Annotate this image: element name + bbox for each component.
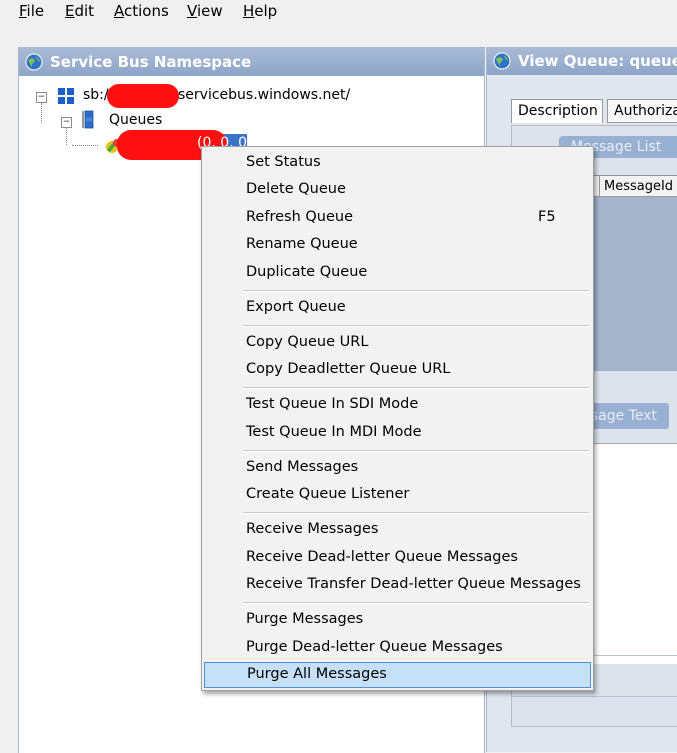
menu-item-receive-messages[interactable]: Receive Messages [202, 517, 593, 543]
menu-actions[interactable]: Actions [114, 2, 169, 20]
globe-icon [25, 53, 43, 71]
menu-help[interactable]: Help [243, 2, 277, 20]
menu-item-receive-transfer-deadletter[interactable]: Receive Transfer Dead-letter Queue Messa… [202, 572, 593, 598]
menu-item-refresh-queue[interactable]: Refresh Queue F5 [202, 205, 593, 231]
menu-separator [243, 602, 589, 604]
menu-item-label: Rename Queue [246, 236, 358, 252]
menu-item-send-messages[interactable]: Send Messages [202, 455, 593, 481]
menu-item-purge-messages[interactable]: Purge Messages [202, 607, 593, 633]
menu-item-label: Refresh Queue [246, 209, 354, 225]
namespace-panel-title: Service Bus Namespace [50, 53, 252, 71]
menu-item-copy-queue-url[interactable]: Copy Queue URL [202, 330, 593, 356]
tab-description[interactable]: Description [511, 99, 603, 123]
menu-item-label: Receive Messages [246, 521, 379, 537]
menu-item-label: Test Queue In MDI Mode [246, 424, 422, 440]
menu-item-label: Send Messages [246, 459, 359, 475]
menu-separator [243, 290, 589, 292]
menu-item-test-sdi[interactable]: Test Queue In SDI Mode [202, 392, 593, 418]
menu-separator [243, 325, 589, 327]
view-queue-header: View Queue: queue00 [487, 47, 677, 75]
menu-view[interactable]: View [187, 2, 223, 20]
menu-item-set-status[interactable]: Set Status [202, 150, 593, 176]
tree-connector [66, 127, 67, 145]
menu-item-label: Duplicate Queue [246, 264, 368, 280]
menu-separator [243, 450, 589, 452]
menu-item-label: Copy Queue URL [246, 334, 369, 350]
menu-item-label: Export Queue [246, 299, 346, 315]
queues-node-label[interactable]: Queues [109, 112, 162, 128]
queue-folder-icon [82, 110, 94, 129]
menu-item-label: Delete Queue [246, 181, 346, 197]
menu-item-duplicate-queue[interactable]: Duplicate Queue [202, 260, 593, 286]
menu-item-label: Receive Dead-letter Queue Messages [246, 549, 518, 565]
menu-item-purge-all[interactable]: Purge All Messages [204, 662, 591, 688]
tree-connector [72, 145, 98, 146]
menu-item-shortcut: F5 [538, 209, 556, 225]
menu-item-delete-queue[interactable]: Delete Queue [202, 177, 593, 203]
menu-item-rename-queue[interactable]: Rename Queue [202, 232, 593, 258]
windows-namespace-icon [58, 88, 74, 104]
menu-bar: File Edit Actions View Help [0, 0, 677, 26]
menu-separator [243, 512, 589, 514]
menu-item-label: Copy Deadletter Queue URL [246, 361, 451, 377]
view-queue-title: View Queue: queue00 [518, 52, 677, 70]
menu-item-receive-deadletter[interactable]: Receive Dead-letter Queue Messages [202, 545, 593, 571]
menu-item-label: Set Status [246, 154, 321, 170]
menu-item-label: Purge Messages [246, 611, 364, 627]
menu-item-purge-deadletter[interactable]: Purge Dead-letter Queue Messages [202, 635, 593, 661]
grid-header-messageid[interactable]: MessageId [599, 176, 677, 197]
redaction-mark [107, 84, 179, 108]
menu-item-test-mdi[interactable]: Test Queue In MDI Mode [202, 420, 593, 446]
menu-file[interactable]: File [19, 2, 44, 20]
menu-item-create-listener[interactable]: Create Queue Listener [202, 482, 593, 508]
menu-item-label: Purge Dead-letter Queue Messages [246, 639, 503, 655]
tab-authorization[interactable]: Authorizat [607, 99, 677, 123]
menu-item-export-queue[interactable]: Export Queue [202, 295, 593, 321]
menu-item-label: Purge All Messages [247, 666, 387, 682]
globe-icon [493, 52, 511, 70]
tree-connector [41, 103, 42, 123]
menu-separator [243, 387, 589, 389]
collapse-queues-icon[interactable]: − [61, 117, 72, 128]
menu-edit[interactable]: Edit [65, 2, 94, 20]
queue-context-menu: Set Status Delete Queue Refresh Queue F5 … [201, 146, 594, 691]
menu-item-copy-deadletter-url[interactable]: Copy Deadletter Queue URL [202, 357, 593, 383]
namespace-root-suffix[interactable]: servicebus.windows.net/ [178, 87, 350, 103]
collapse-root-icon[interactable]: − [36, 92, 47, 103]
namespace-root-prefix[interactable]: sb:/ [83, 87, 109, 103]
menu-item-label: Receive Transfer Dead-letter Queue Messa… [246, 576, 581, 592]
menu-item-label: Test Queue In SDI Mode [246, 396, 419, 412]
namespace-panel-header: Service Bus Namespace [19, 48, 484, 76]
menu-item-label: Create Queue Listener [246, 486, 410, 502]
